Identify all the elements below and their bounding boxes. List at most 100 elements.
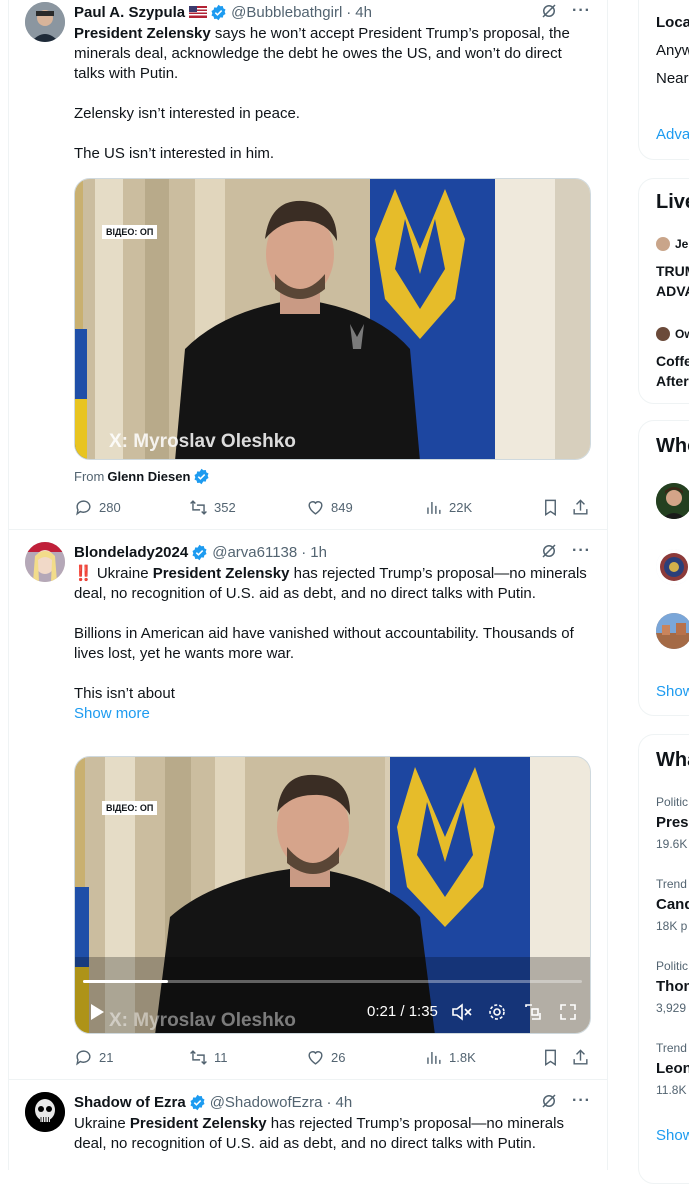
live-host-name[interactable]: Ow	[675, 327, 689, 341]
author-handle[interactable]: @ShadowofEzra	[210, 1094, 323, 1111]
us-flag-icon	[189, 6, 208, 18]
video-progress-track[interactable]	[83, 980, 582, 983]
avatar[interactable]	[656, 483, 689, 519]
trend-name[interactable]: Thom	[656, 978, 689, 995]
from-author[interactable]: Glenn Diesen	[107, 469, 190, 484]
reply-button[interactable]: 280	[74, 498, 121, 517]
who-to-follow-heading: Who	[656, 435, 689, 457]
video-attribution: From Glenn Diesen	[74, 468, 210, 485]
trend-count: 3,929	[656, 1001, 687, 1015]
video-player[interactable]: ВІДЕО: ОП X: Myroslav Oleshko	[74, 178, 591, 460]
tweet-paragraph: Ukraine President Zelensky has rejected …	[74, 1114, 594, 1154]
search-filters-card: Loca Anyw Near Adva	[638, 0, 689, 160]
avatar[interactable]	[25, 1092, 65, 1132]
live-title-line[interactable]: After	[656, 373, 689, 389]
live-title-line[interactable]: TRUM	[656, 263, 689, 279]
tweet[interactable]: Shadow of Ezra @ShadowofEzra · 4h ··· Uk…	[9, 1080, 607, 1170]
text-span: Ukraine	[74, 1115, 130, 1132]
more-options-icon[interactable]: ···	[572, 2, 591, 20]
highlight-text: President Zelensky	[152, 565, 290, 582]
text-span: Zelensky isn’t interested in peace.	[74, 105, 300, 122]
video-progress-fill	[83, 980, 168, 983]
picture-in-picture-icon[interactable]	[523, 1002, 543, 1022]
avatar	[656, 237, 670, 251]
location-option-near[interactable]: Near	[656, 70, 689, 87]
avatar	[656, 327, 670, 341]
mute-icon[interactable]	[451, 1002, 473, 1022]
trend-name[interactable]: Leon	[656, 1060, 689, 1077]
author-name[interactable]: Shadow of Ezra	[74, 1094, 186, 1111]
show-more-follow-link[interactable]: Show	[656, 683, 689, 700]
timestamp[interactable]: 4h	[355, 4, 372, 21]
trend-context: Trend	[656, 877, 687, 891]
video-timestamp: 0:21 / 1:35	[367, 1003, 438, 1020]
author-handle[interactable]: @arva61138	[212, 544, 297, 561]
separator: ·	[301, 543, 307, 561]
timestamp[interactable]: 1h	[310, 544, 327, 561]
heart-icon	[308, 500, 323, 515]
trend-name[interactable]: Cand	[656, 896, 689, 913]
live-title-line[interactable]: ADVA	[656, 283, 689, 299]
fullscreen-icon[interactable]	[558, 1002, 578, 1022]
views-button[interactable]: 1.8K	[424, 1048, 476, 1067]
reply-button[interactable]: 21	[74, 1048, 113, 1067]
more-options-icon[interactable]: ···	[572, 542, 591, 560]
like-button[interactable]: 849	[306, 498, 353, 517]
show-more-link[interactable]: Show more	[74, 704, 594, 724]
live-title-line[interactable]: Coffe	[656, 353, 689, 369]
separator: ·	[326, 1093, 332, 1111]
verified-badge-icon	[192, 544, 207, 560]
avatar[interactable]	[656, 549, 689, 585]
tweet[interactable]: Paul A. Szypula @Bubblebathgirl · 4h ···…	[9, 0, 607, 530]
tweet-actions: 21 11 26 1.8K	[74, 1047, 594, 1067]
analytics-icon	[427, 501, 441, 514]
video-frame	[75, 757, 590, 1033]
reply-count: 280	[99, 499, 121, 515]
grok-icon[interactable]	[540, 1092, 558, 1110]
share-button[interactable]	[571, 1048, 590, 1067]
bookmark-button[interactable]	[541, 498, 560, 517]
bookmark-icon	[545, 1049, 556, 1066]
grok-icon[interactable]	[540, 2, 558, 20]
text-span: Billions in American aid have vanished w…	[74, 625, 574, 662]
views-button[interactable]: 22K	[424, 498, 472, 517]
tweet[interactable]: Blondelady2024 @arva61138 · 1h ··· ‼️ Uk…	[9, 530, 607, 1080]
location-option-anywhere[interactable]: Anyw	[656, 42, 689, 59]
author-name[interactable]: Paul A. Szypula	[74, 4, 185, 21]
tweet-text: President Zelensky says he won’t accept …	[74, 24, 594, 164]
analytics-icon	[427, 1051, 441, 1064]
show-more-trends-link[interactable]: Show	[656, 1127, 689, 1144]
highlight-text: President Zelensky	[129, 1115, 267, 1132]
location-heading: Loca	[656, 14, 689, 31]
repost-button[interactable]: 352	[189, 498, 236, 517]
view-count: 1.8K	[449, 1049, 476, 1065]
author-handle[interactable]: @Bubblebathgirl	[231, 4, 342, 21]
share-button[interactable]	[571, 498, 590, 517]
share-icon	[573, 498, 588, 515]
avatar[interactable]	[25, 2, 65, 42]
tweet-paragraph: The US isn’t interested in him.	[74, 144, 594, 164]
avatar[interactable]	[656, 613, 689, 649]
tweet-paragraph: Zelensky isn’t interested in peace.	[74, 104, 594, 124]
avatar[interactable]	[25, 542, 65, 582]
settings-gear-icon[interactable]	[487, 1002, 507, 1022]
repost-button[interactable]: 11	[189, 1048, 228, 1067]
play-icon[interactable]	[89, 1003, 105, 1021]
repost-count: 11	[214, 1049, 228, 1065]
tweet-paragraph: Billions in American aid have vanished w…	[74, 624, 594, 664]
live-host-name[interactable]: Je	[675, 237, 688, 251]
bookmark-button[interactable]	[541, 1048, 560, 1067]
advanced-search-link[interactable]: Adva	[656, 126, 689, 143]
repost-icon	[190, 499, 207, 515]
like-button[interactable]: 26	[306, 1048, 345, 1067]
tweet-actions: 280 352 849 22K	[74, 497, 594, 517]
trend-name[interactable]: Presi	[656, 814, 689, 831]
author-name[interactable]: Blondelady2024	[74, 544, 188, 561]
video-player[interactable]: ВІДЕО: ОП X: Myroslav Oleshko 0:21 / 1:3…	[74, 756, 591, 1034]
grok-icon[interactable]	[540, 542, 558, 560]
more-options-icon[interactable]: ···	[572, 1092, 591, 1110]
timestamp[interactable]: 4h	[335, 1094, 352, 1111]
tweet-text: ‼️ Ukraine President Zelensky has reject…	[74, 564, 594, 724]
tweet-text: Ukraine President Zelensky has rejected …	[74, 1114, 594, 1154]
